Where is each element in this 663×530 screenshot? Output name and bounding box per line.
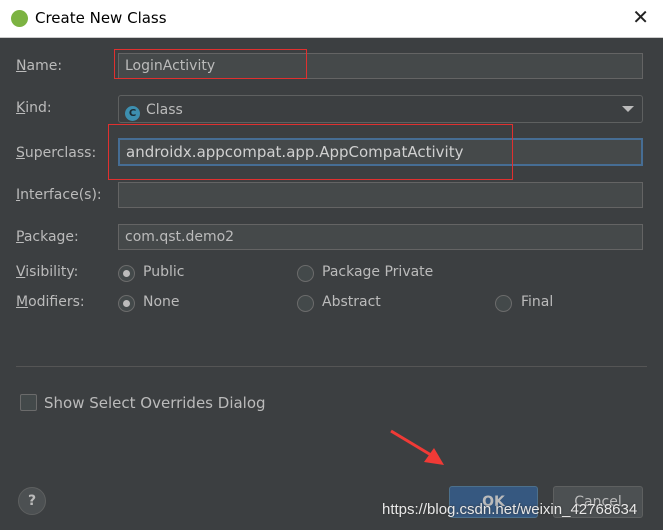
annotation-box-superclass: [108, 124, 513, 180]
watermark: https://blog.csdn.net/weixin_42768634: [382, 501, 638, 518]
radio-abstract-label[interactable]: Abstract: [322, 294, 381, 310]
kind-dropdown[interactable]: C Class: [118, 95, 643, 123]
mnemonic: S: [16, 145, 25, 161]
kind-label: Kind:: [16, 100, 52, 116]
window-title: Create New Class: [35, 9, 167, 27]
annotation-box-name: [114, 49, 307, 79]
radio-package-private-label[interactable]: Package Private: [322, 264, 433, 280]
label-text: odifiers:: [28, 294, 85, 310]
show-overrides-label[interactable]: Show Select Overrides Dialog: [44, 394, 266, 412]
close-icon[interactable]: ✕: [632, 5, 649, 29]
label-text: ackage:: [23, 229, 79, 245]
divider: [16, 366, 647, 367]
radio-abstract[interactable]: [297, 295, 314, 312]
radio-none-label[interactable]: None: [143, 294, 180, 310]
mnemonic: V: [16, 264, 26, 280]
radio-public[interactable]: [118, 265, 135, 282]
label-text: uperclass:: [24, 145, 97, 161]
package-input[interactable]: com.qst.demo2: [118, 224, 643, 250]
radio-package-private[interactable]: [297, 265, 314, 282]
package-label: Package:: [16, 229, 79, 245]
mnemonic: P: [16, 229, 24, 245]
mnemonic: M: [16, 294, 29, 310]
help-button[interactable]: ?: [18, 487, 46, 515]
radio-none[interactable]: [118, 295, 135, 312]
show-overrides-checkbox[interactable]: [20, 394, 37, 411]
visibility-label: Visibility:: [16, 264, 78, 280]
class-icon: C: [125, 106, 140, 121]
radio-final-label[interactable]: Final: [521, 294, 553, 310]
radio-final[interactable]: [495, 295, 512, 312]
kind-value: Class: [146, 102, 183, 118]
radio-public-label[interactable]: Public: [143, 264, 184, 280]
chevron-down-icon[interactable]: [622, 106, 634, 112]
interfaces-input[interactable]: [118, 182, 643, 208]
title-bar: Create New Class ✕: [0, 0, 663, 38]
name-label: Name:: [16, 58, 63, 74]
annotation-arrow-icon: [390, 429, 444, 465]
interfaces-label: Interface(s):: [16, 187, 102, 203]
android-studio-logo-icon: [11, 10, 28, 27]
modifiers-label: Modifiers:: [16, 294, 85, 310]
label-text: nterface(s):: [20, 187, 102, 203]
superclass-label: Superclass:: [16, 145, 96, 161]
label-text: isibility:: [25, 264, 79, 280]
